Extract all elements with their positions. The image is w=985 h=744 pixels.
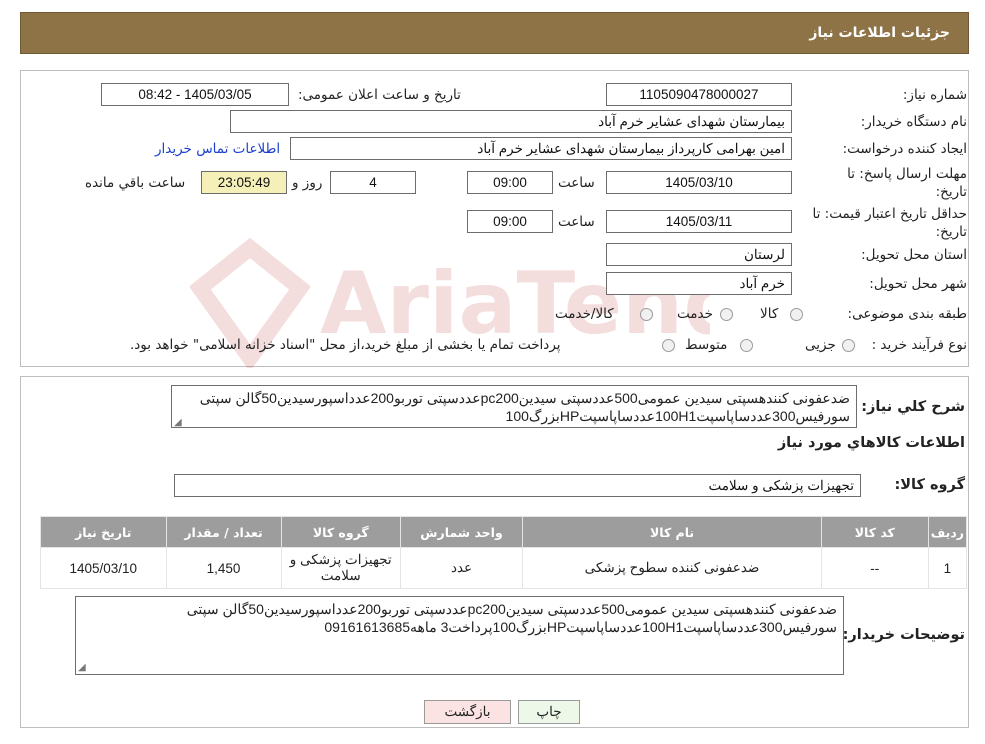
deadline-date-field: 1405/03/10 (606, 171, 792, 194)
deadline-time-field: 09:00 (467, 171, 553, 194)
resize-grip-icon[interactable]: ◢ (174, 417, 182, 428)
category-option-service: خدمت (677, 306, 713, 322)
process-option-medium: متوسط (685, 337, 728, 353)
back-button[interactable]: بازگشت (424, 700, 511, 724)
buyer-notes-text: ضدعفونی کنندهسپتی سیدین عمومی500عددسپتی … (186, 601, 837, 635)
page-header: جزئیات اطلاعات نیاز (20, 12, 969, 54)
col-row: رديف (928, 517, 966, 547)
process-note: پرداخت تمام یا بخشی از مبلغ خرید،از محل … (130, 337, 561, 353)
validity-label: حداقل تاریخ اعتبار قیمت: تا تاریخ: (812, 206, 967, 240)
cell-group: تجهیزات پزشکی و سلامت (281, 548, 400, 588)
city-field: خرم آباد (606, 272, 792, 295)
items-table: رديف کد کالا نام کالا واحد شمارش گروه کا… (40, 516, 967, 589)
validity-date-field: 1405/03/11 (606, 210, 792, 233)
process-radio-minor[interactable] (842, 339, 855, 352)
validity-time-label: ساعت (558, 214, 595, 230)
creator-field: امین بهرامی کارپرداز بیمارستان شهدای عشا… (290, 137, 792, 160)
days-label: روز و (292, 175, 323, 191)
cell-name: ضدعفونی کننده سطوح پزشکی (523, 548, 821, 588)
buyer-notes-label: توضیحات خریدار: (842, 627, 965, 643)
print-button[interactable]: چاپ (518, 700, 580, 724)
category-label: طبقه بندی موضوعی: (847, 306, 967, 322)
creator-label: ایجاد کننده درخواست: (842, 141, 967, 157)
col-name: نام کالا (523, 517, 821, 547)
province-label: استان محل تحویل: (861, 247, 967, 263)
goods-group-field: تجهیزات پزشکی و سلامت (174, 474, 861, 497)
table-row: 1 -- ضدعفونی کننده سطوح پزشکی عدد تجهیزا… (41, 548, 966, 588)
remaining-time-field: 23:05:49 (201, 171, 287, 194)
city-label: شهر محل تحویل: (869, 276, 967, 292)
days-remaining-field: 4 (330, 171, 416, 194)
col-group: گروه کالا (281, 517, 400, 547)
deadline-label: مهلت ارسال پاسخ: تا تاریخ: (847, 166, 967, 200)
validity-time-field: 09:00 (467, 210, 553, 233)
col-code: کد کالا (821, 517, 928, 547)
goods-group-label: گروه کالا: (894, 477, 965, 493)
need-number-label: شماره نیاز: (902, 87, 967, 103)
buyer-org-label: نام دستگاه خریدار: (860, 114, 967, 130)
contact-info-link[interactable]: اطلاعات تماس خریدار (155, 141, 280, 157)
process-radio-medium[interactable] (740, 339, 753, 352)
process-label: نوع فرآیند خرید : (871, 337, 967, 353)
goods-section-title: اطلاعات کالاهاي مورد نیاز (777, 435, 965, 451)
summary-textarea[interactable]: ضدعفونی کنندهسپتی سیدین عمومی500عددسپتی … (171, 385, 857, 428)
announce-label: تاریخ و ساعت اعلان عمومی: (298, 87, 461, 103)
category-radio-goods-service[interactable] (640, 308, 653, 321)
cell-date: 1405/03/10 (41, 548, 166, 588)
announce-field: 1405/03/05 - 08:42 (101, 83, 289, 106)
summary-label: شرح کلي نیاز: (861, 399, 965, 415)
buyer-notes-textarea[interactable]: ضدعفونی کنندهسپتی سیدین عمومی500عددسپتی … (75, 596, 844, 675)
cell-unit: عدد (400, 548, 523, 588)
province-field: لرستان (606, 243, 792, 266)
buyer-org-field: بیمارستان شهدای عشایر خرم آباد (230, 110, 792, 133)
process-checkbox-treasury[interactable] (662, 339, 675, 352)
category-option-goods: کالا (760, 306, 779, 322)
need-number-field: 1105090478000027 (606, 83, 792, 106)
category-radio-service[interactable] (720, 308, 733, 321)
category-option-goods-service: کالا/خدمت (555, 306, 614, 322)
col-qty: تعداد / مقدار (166, 517, 281, 547)
deadline-time-label: ساعت (558, 175, 595, 191)
remaining-time-label: ساعت باقي مانده (85, 175, 186, 191)
col-date: تاریخ نیاز (41, 517, 166, 547)
category-radio-goods[interactable] (790, 308, 803, 321)
items-table-wrapper: رديف کد کالا نام کالا واحد شمارش گروه کا… (38, 516, 967, 589)
notes-resize-grip-icon[interactable]: ◢ (78, 662, 86, 673)
page-title: جزئیات اطلاعات نیاز (809, 25, 950, 41)
process-option-minor: جزیی (805, 337, 836, 353)
items-table-header: رديف کد کالا نام کالا واحد شمارش گروه کا… (41, 517, 966, 547)
cell-code: -- (821, 548, 928, 588)
cell-row: 1 (928, 548, 966, 588)
summary-text: ضدعفونی کنندهسپتی سیدین عمومی500عددسپتی … (199, 390, 850, 424)
col-unit: واحد شمارش (400, 517, 523, 547)
cell-qty: 1,450 (166, 548, 281, 588)
